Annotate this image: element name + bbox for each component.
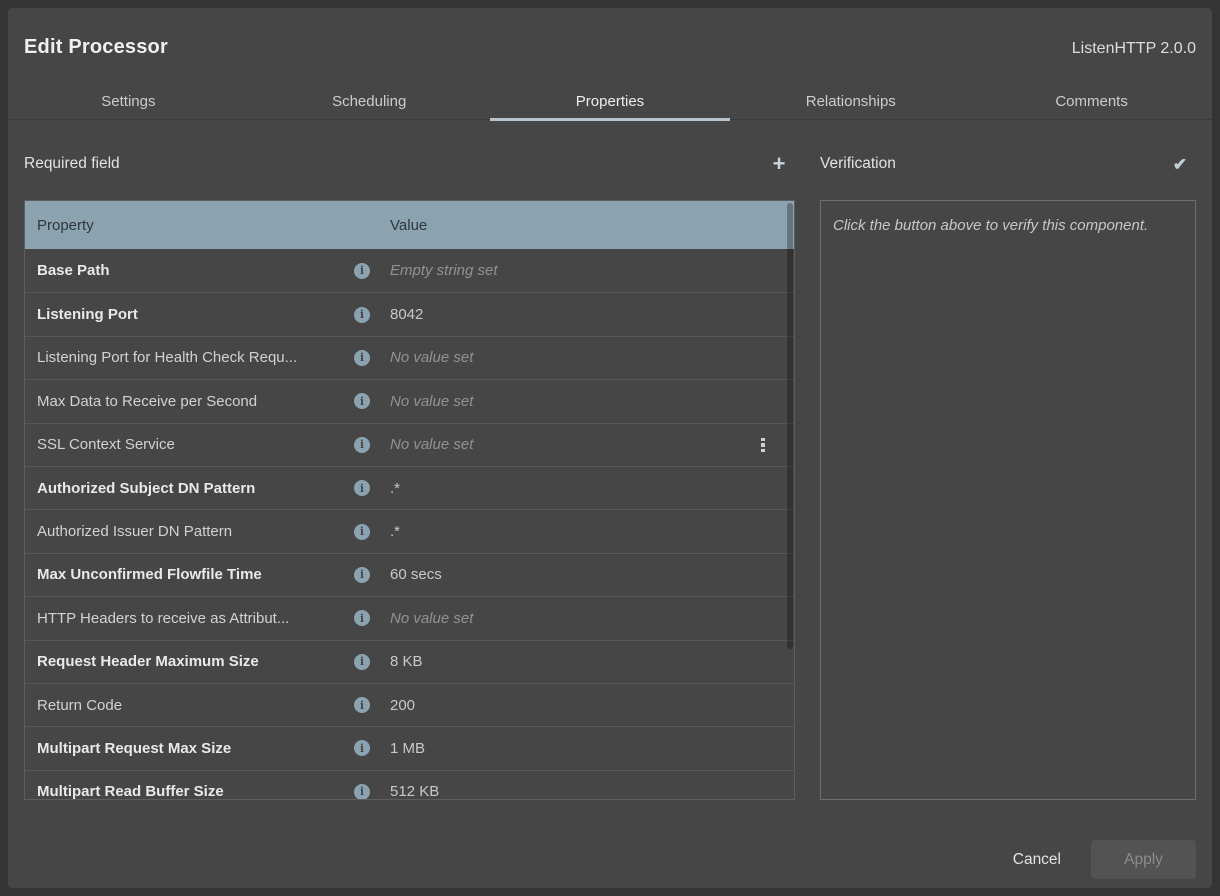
property-row: HTTP Headers to receive as Attribut... i… (25, 596, 794, 639)
property-value[interactable]: 1 MB (390, 740, 425, 757)
cancel-button[interactable]: Cancel (1007, 843, 1067, 877)
property-value[interactable]: 200 (390, 697, 415, 714)
info-icon[interactable]: i (354, 393, 370, 409)
tab-relationships[interactable]: Relationships (730, 84, 971, 119)
property-value[interactable]: 8 KB (390, 653, 423, 670)
property-value[interactable]: No value set (390, 349, 473, 366)
property-name: SSL Context Service (25, 436, 354, 453)
more-options-icon[interactable] (756, 436, 770, 454)
property-name: Request Header Maximum Size (25, 653, 354, 670)
property-row: Authorized Issuer DN Pattern i .* (25, 509, 794, 552)
dialog-title: Edit Processor (24, 36, 168, 59)
verification-label: Verification (820, 155, 896, 173)
property-name: Max Unconfirmed Flowfile Time (25, 566, 354, 583)
tab-label: Properties (576, 93, 644, 110)
property-value[interactable]: No value set (390, 393, 473, 410)
property-name: Authorized Subject DN Pattern (25, 480, 354, 497)
info-icon[interactable]: i (354, 610, 370, 626)
info-icon[interactable]: i (354, 654, 370, 670)
property-row: Listening Port i 8042 (25, 292, 794, 335)
verification-panel-header: Verification ✔ (820, 146, 1196, 182)
tab-label: Scheduling (332, 93, 406, 110)
property-name: Base Path (25, 262, 354, 279)
tab-label: Relationships (806, 93, 896, 110)
info-icon[interactable]: i (354, 263, 370, 279)
checkmark-icon: ✔ (1173, 156, 1187, 173)
property-row: Listening Port for Health Check Requ... … (25, 336, 794, 379)
property-name: Authorized Issuer DN Pattern (25, 523, 354, 540)
property-value[interactable]: .* (390, 480, 400, 497)
apply-button[interactable]: Apply (1091, 840, 1196, 879)
info-icon[interactable]: i (354, 437, 370, 453)
processor-type-version: ListenHTTP 2.0.0 (1072, 40, 1196, 58)
tab-comments[interactable]: Comments (971, 84, 1212, 119)
tab-label: Settings (101, 93, 155, 110)
property-row: Return Code i 200 (25, 683, 794, 726)
add-property-button[interactable]: + (765, 150, 793, 178)
property-value[interactable]: 60 secs (390, 566, 442, 583)
properties-panel-header: Required field + (24, 146, 795, 182)
property-name: Return Code (25, 697, 354, 714)
dialog-header: Edit Processor ListenHTTP 2.0.0 (24, 36, 1196, 59)
info-icon[interactable]: i (354, 524, 370, 540)
tab-bar: Settings Scheduling Properties Relations… (8, 84, 1212, 120)
info-icon[interactable]: i (354, 480, 370, 496)
column-header-property: Property (25, 217, 370, 234)
property-name: Multipart Request Max Size (25, 740, 354, 757)
property-name: Multipart Read Buffer Size (25, 783, 354, 800)
info-icon[interactable]: i (354, 784, 370, 800)
property-row: Request Header Maximum Size i 8 KB (25, 640, 794, 683)
property-value[interactable]: 8042 (390, 306, 423, 323)
property-name: Max Data to Receive per Second (25, 393, 354, 410)
properties-panel: Required field + Property Value Base Pat… (24, 146, 795, 800)
tab-label: Comments (1055, 93, 1128, 110)
column-header-value: Value (390, 217, 427, 234)
verification-results-box: Click the button above to verify this co… (820, 200, 1196, 800)
property-row: Base Path i Empty string set (25, 249, 794, 292)
tab-settings[interactable]: Settings (8, 84, 249, 119)
property-value[interactable]: .* (390, 523, 400, 540)
properties-table: Property Value Base Path i Empty string … (24, 200, 795, 800)
info-icon[interactable]: i (354, 697, 370, 713)
property-value[interactable]: Empty string set (390, 262, 498, 279)
tab-properties[interactable]: Properties (490, 84, 731, 119)
property-value[interactable]: No value set (390, 610, 473, 627)
plus-icon: + (773, 153, 786, 175)
tab-scheduling[interactable]: Scheduling (249, 84, 490, 119)
verification-message: Click the button above to verify this co… (833, 214, 1183, 238)
verify-properties-button[interactable]: ✔ (1166, 150, 1194, 178)
info-icon[interactable]: i (354, 567, 370, 583)
info-icon[interactable]: i (354, 740, 370, 756)
property-row: Max Data to Receive per Second i No valu… (25, 379, 794, 422)
properties-table-body: Base Path i Empty string set Listening P… (25, 249, 794, 800)
verification-panel: Verification ✔ Click the button above to… (820, 146, 1196, 800)
property-row: Multipart Read Buffer Size i 512 KB (25, 770, 794, 800)
property-row: Multipart Request Max Size i 1 MB (25, 726, 794, 769)
edit-processor-dialog: Edit Processor ListenHTTP 2.0.0 Settings… (8, 8, 1212, 888)
property-row: SSL Context Service i No value set (25, 423, 794, 466)
property-name: HTTP Headers to receive as Attribut... (25, 610, 354, 627)
table-header-row: Property Value (25, 201, 794, 249)
property-row: Authorized Subject DN Pattern i .* (25, 466, 794, 509)
info-icon[interactable]: i (354, 350, 370, 366)
property-value[interactable]: 512 KB (390, 783, 439, 800)
required-field-label: Required field (24, 155, 120, 173)
info-icon[interactable]: i (354, 307, 370, 323)
property-row: Max Unconfirmed Flowfile Time i 60 secs (25, 553, 794, 596)
dialog-footer: Cancel Apply (1007, 840, 1196, 879)
property-value[interactable]: No value set (390, 436, 473, 453)
property-name: Listening Port (25, 306, 354, 323)
vertical-scrollbar-thumb[interactable] (787, 203, 793, 649)
property-name: Listening Port for Health Check Requ... (25, 349, 354, 366)
